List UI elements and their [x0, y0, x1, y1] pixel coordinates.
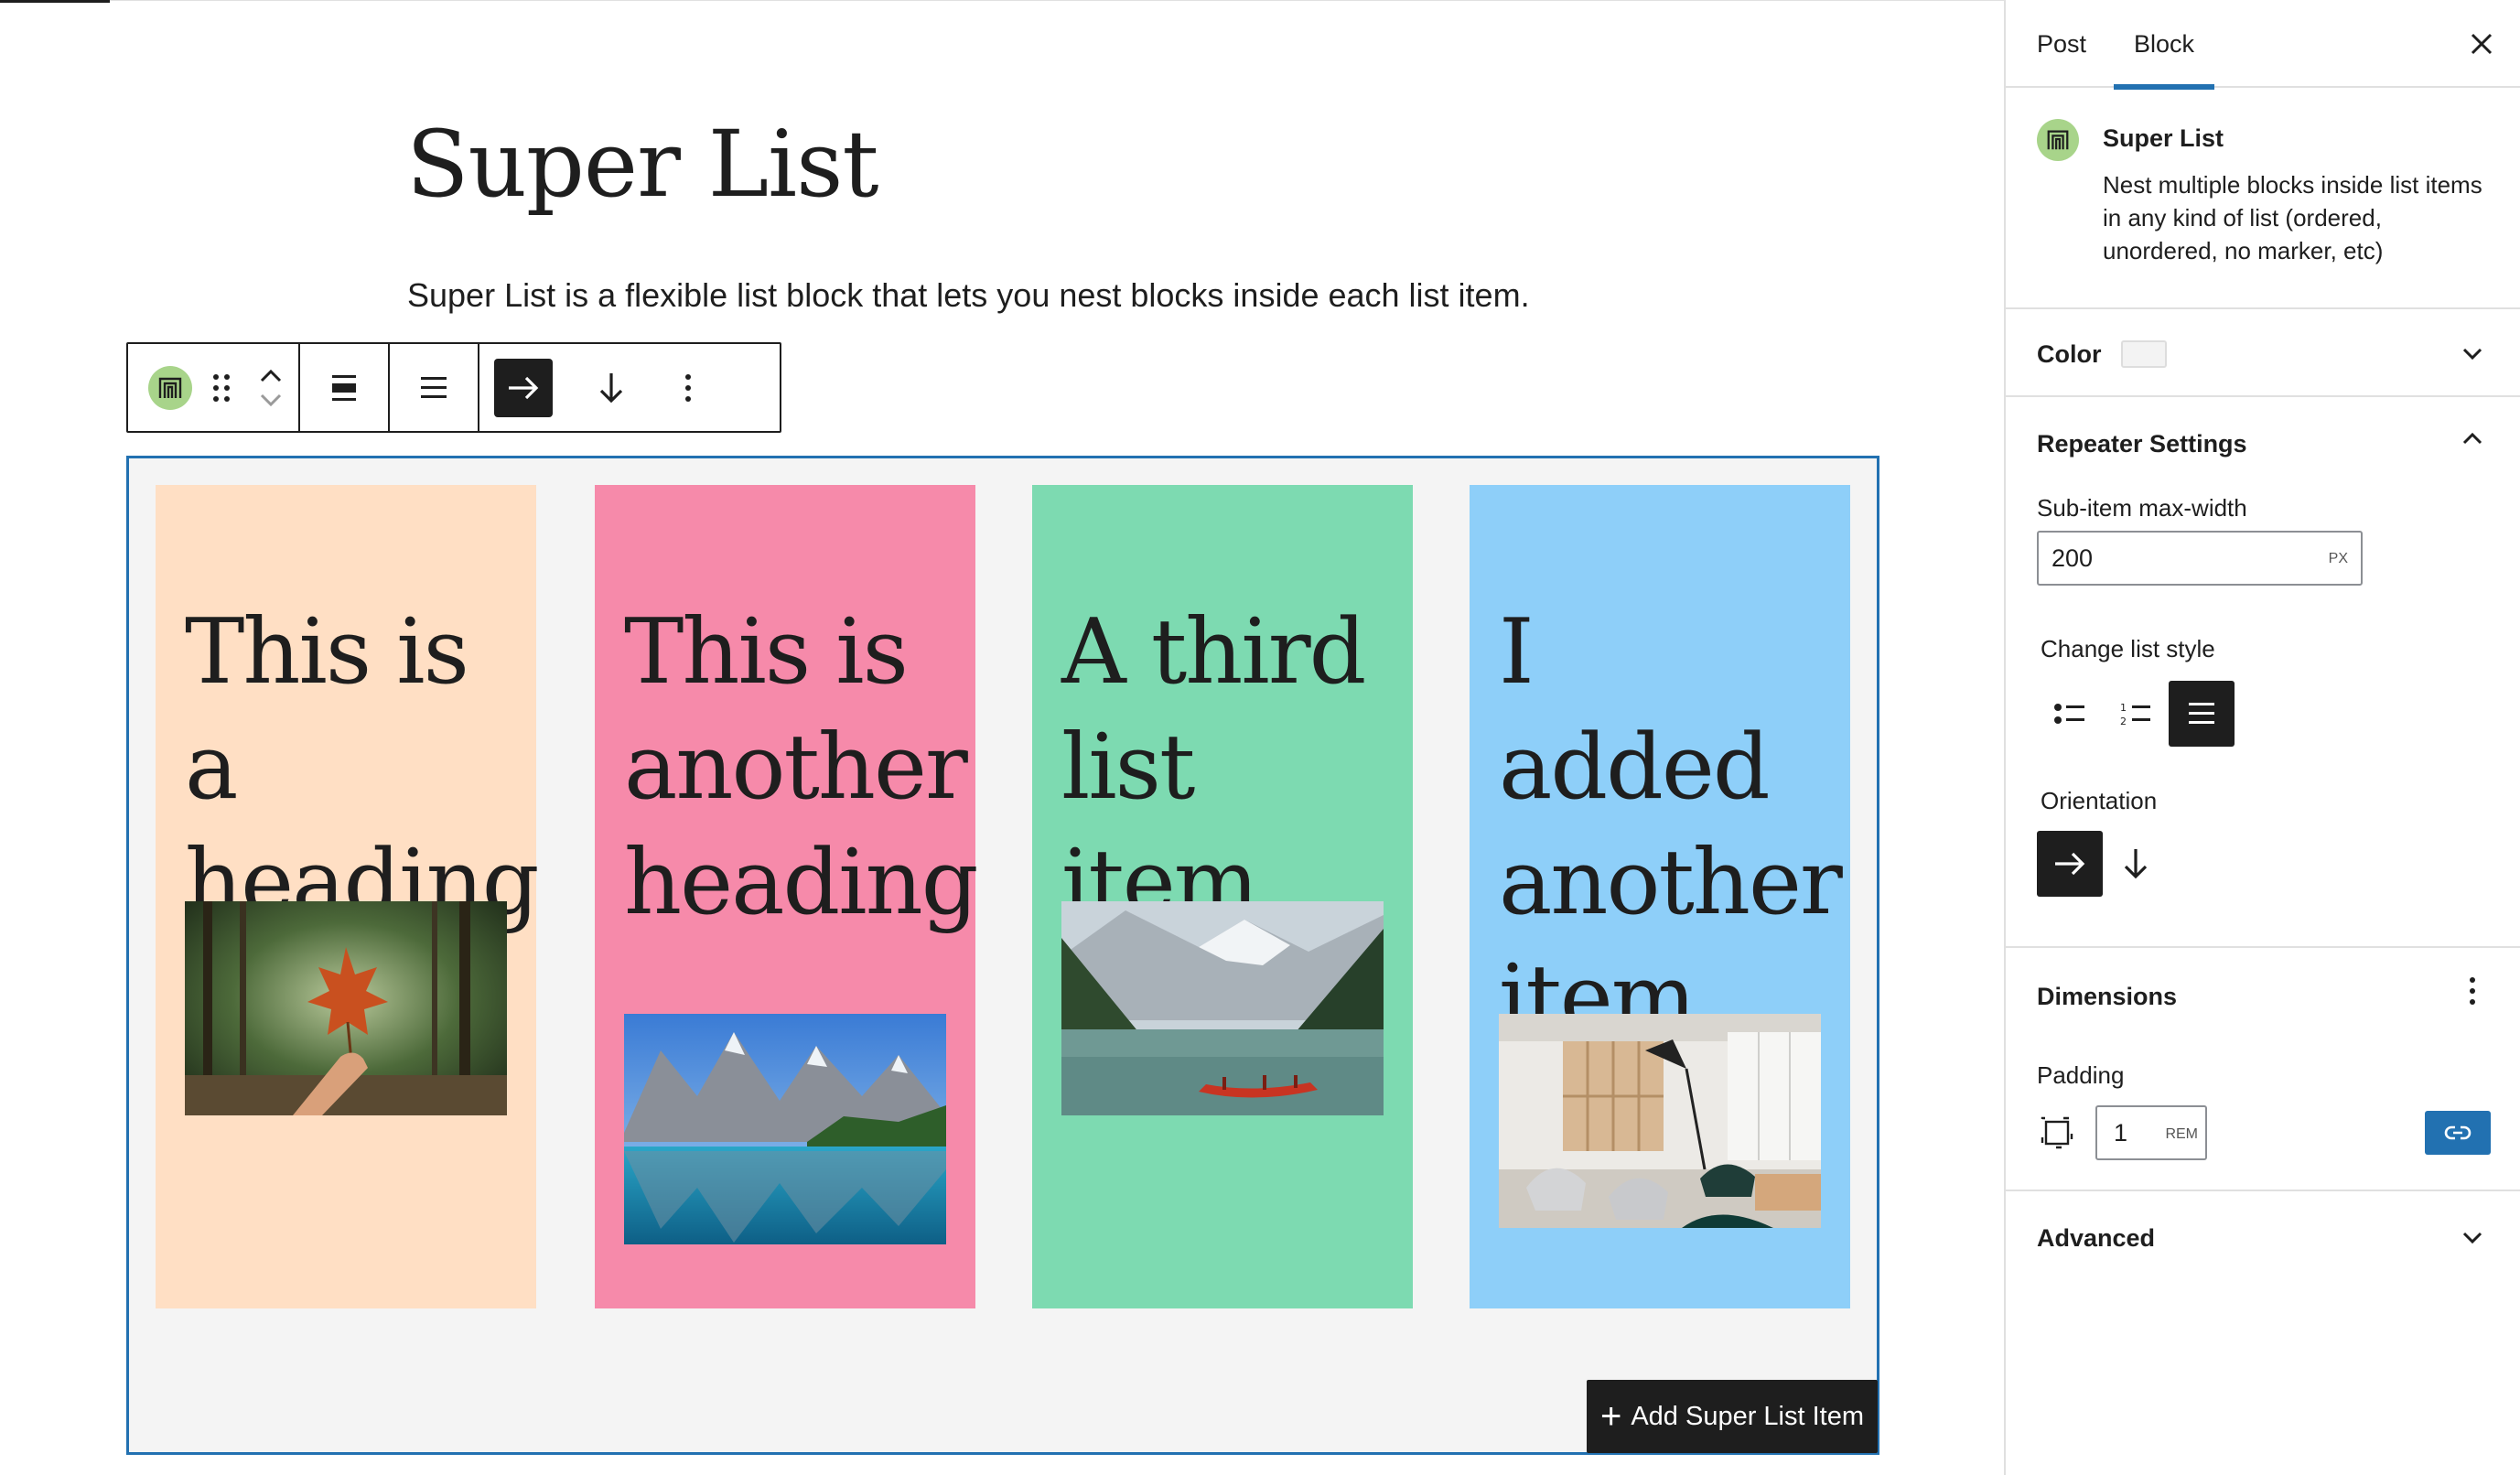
padding-label: Padding [2037, 1061, 2125, 1089]
list-style-button[interactable] [404, 359, 463, 417]
more-vertical-icon [2470, 977, 2475, 1005]
link-icon [2444, 1125, 2472, 1140]
card-heading[interactable]: A third list item [1061, 595, 1391, 941]
advanced-panel-title: Advanced [2037, 1224, 2156, 1252]
justify-center-icon [332, 374, 356, 401]
justify-button[interactable] [315, 359, 373, 417]
list-item-card[interactable]: A third list item [1032, 485, 1413, 1308]
close-icon[interactable] [2461, 24, 2502, 64]
tab-post[interactable]: Post [2037, 0, 2086, 88]
card-heading[interactable]: This is a heading [185, 595, 539, 941]
plus-icon: + [1599, 1396, 1622, 1437]
horizontal-orientation-button[interactable] [2037, 831, 2103, 897]
top-progress-mark [0, 0, 110, 3]
ordered-list-button[interactable]: 12 [2103, 681, 2169, 747]
list-style-label: Change list style [2041, 635, 2215, 662]
card-heading[interactable]: This is another heading [624, 595, 978, 941]
max-width-label: Sub-item max-width [2037, 494, 2247, 522]
svg-text:1: 1 [2120, 702, 2127, 714]
unordered-list-button[interactable] [2037, 681, 2103, 747]
arrow-down-icon [2124, 849, 2148, 879]
unit-select[interactable]: REM [2165, 1126, 2198, 1143]
list-item-card[interactable]: I added another item [1470, 485, 1850, 1308]
intro-paragraph[interactable]: Super List is a flexible list block that… [407, 276, 1530, 315]
drag-icon [213, 373, 230, 402]
no-marker-list-icon [421, 376, 447, 398]
interior-room-image[interactable] [1499, 1014, 1821, 1228]
card-heading[interactable]: I added another item [1499, 595, 1843, 1056]
chevron-up-icon[interactable] [259, 369, 283, 383]
post-title[interactable]: Super List [406, 119, 879, 210]
block-name: Super List [2103, 124, 2224, 152]
repeater-settings-toggle[interactable]: Repeater Settings [2006, 397, 2520, 483]
chevron-down-icon [2462, 348, 2482, 361]
arrow-right-icon [509, 376, 539, 399]
sidebar-tabs: Post Block [2006, 0, 2520, 90]
maple-leaf-image[interactable] [185, 901, 507, 1115]
list-style-options: 12 [2037, 681, 2235, 747]
super-list-block-icon [2037, 119, 2079, 161]
block-mover [253, 351, 289, 425]
block-description: Nest multiple blocks inside list items i… [2103, 171, 2482, 264]
tab-block[interactable]: Block [2114, 0, 2215, 90]
list-item-card[interactable]: This is a heading [156, 485, 539, 1308]
advanced-panel-toggle[interactable]: Advanced [2006, 1191, 2520, 1277]
horizontal-orientation-button[interactable] [494, 358, 553, 417]
toolbar-group-style [390, 344, 479, 431]
no-marker-list-icon [2189, 703, 2214, 724]
chevron-up-icon [2462, 432, 2482, 445]
add-item-label: Add Super List Item [1631, 1401, 1865, 1431]
color-panel-title: Color [2037, 340, 2102, 368]
chevron-down-icon [2462, 1232, 2482, 1244]
bullet-list-icon [2054, 704, 2084, 724]
arrow-down-icon [599, 372, 623, 403]
chevron-down-icon[interactable] [259, 393, 283, 407]
super-list-block-icon [148, 365, 192, 410]
settings-sidebar: Post Block Super List Nest multiple bloc… [2004, 0, 2520, 1475]
color-swatch [2121, 340, 2167, 368]
dimensions-options-button[interactable] [2454, 975, 2491, 1012]
dimensions-panel-title: Dimensions [2037, 983, 2178, 1010]
block-toolbar [126, 342, 781, 433]
add-super-list-item-button[interactable]: + Add Super List Item [1587, 1380, 1878, 1453]
drag-handle[interactable] [199, 359, 243, 417]
orientation-label: Orientation [2041, 787, 2158, 814]
block-options-button[interactable] [670, 359, 706, 417]
box-sides-icon [2039, 1114, 2075, 1156]
toolbar-group-block [128, 344, 300, 431]
vertical-orientation-button[interactable] [582, 359, 641, 417]
no-marker-list-button[interactable] [2169, 681, 2235, 747]
arrow-right-icon [2055, 852, 2085, 876]
list-item-card[interactable]: This is another heading [595, 485, 978, 1308]
max-width-input[interactable]: 200 PX [2037, 531, 2363, 586]
more-vertical-icon [685, 373, 691, 402]
canoe-lake-image[interactable] [1061, 901, 1384, 1115]
vertical-orientation-button[interactable] [2103, 831, 2169, 897]
repeater-panel-title: Repeater Settings [2037, 430, 2247, 458]
unit-select[interactable]: PX [2329, 551, 2348, 567]
mountain-lake-image[interactable] [624, 1014, 946, 1244]
color-panel-toggle[interactable]: Color [2006, 309, 2520, 395]
divider [2006, 946, 2520, 948]
svg-text:2: 2 [2120, 716, 2127, 727]
padding-input[interactable]: 1 REM [2095, 1105, 2207, 1160]
link-sides-button[interactable] [2425, 1111, 2491, 1155]
numbered-list-icon: 12 [2120, 702, 2150, 727]
toolbar-group-align [300, 344, 390, 431]
block-type-button[interactable] [146, 359, 194, 417]
toolbar-group-orientation [479, 344, 706, 431]
top-divider [110, 0, 2004, 1]
